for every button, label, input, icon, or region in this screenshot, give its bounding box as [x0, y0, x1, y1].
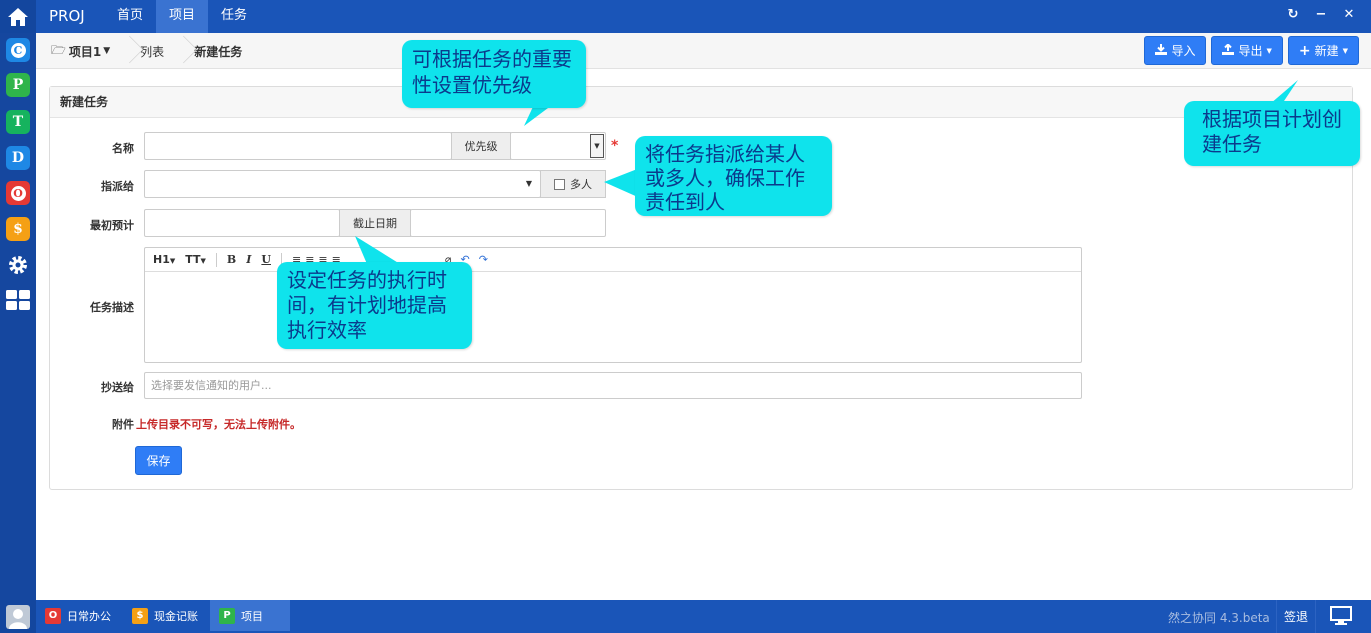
top-nav: 首页 项目 任务 — [104, 0, 260, 33]
priority-addon: 优先级 — [451, 132, 511, 160]
app-crm-icon[interactable]: C — [6, 38, 30, 62]
app-cash-icon[interactable]: $ — [6, 217, 30, 241]
app-sidebar: C P T D O $ — [0, 33, 36, 600]
attach-label: 附件 — [112, 418, 134, 431]
app-project-icon[interactable]: P — [6, 73, 30, 97]
breadcrumb-project[interactable]: 🗁 项目1 ▼ — [51, 33, 124, 69]
home-icon[interactable] — [0, 0, 36, 33]
caret-down-icon: ▼ — [1266, 46, 1272, 55]
taskbar: O 日常办公 $ 现金记账 P 项目 然之协同 4.3.beta 签退 — [0, 600, 1371, 633]
name-input[interactable] — [144, 132, 452, 160]
close-icon[interactable]: ✕ — [1341, 7, 1357, 22]
callout-deadline: 设定任务的执行时间，有计划地提高执行效率 — [277, 262, 472, 349]
redo-icon[interactable]: ↷ — [479, 253, 488, 266]
cash-icon: $ — [132, 607, 148, 624]
cc-input[interactable]: 选择要发信通知的用户... — [144, 372, 1082, 399]
deadline-input[interactable] — [410, 209, 606, 237]
caret-down-icon: ▼ — [103, 46, 111, 56]
chevron-down-icon: ▼ — [525, 179, 532, 188]
assign-label: 指派给 — [101, 180, 134, 193]
save-button[interactable]: 保存 — [135, 446, 182, 475]
font-size-tool[interactable]: TT▼ — [185, 253, 206, 266]
export-button[interactable]: 导出 ▼ — [1211, 36, 1283, 65]
callout-assign: 将任务指派给某人或多人，确保工作责任到人 — [635, 136, 832, 216]
desktop-icon[interactable] — [1330, 606, 1352, 629]
assign-select[interactable]: ▼ — [144, 170, 541, 198]
app-oa-icon[interactable]: O — [6, 181, 30, 205]
app-team-icon[interactable]: T — [6, 110, 30, 134]
minimize-icon[interactable]: − — [1313, 7, 1329, 22]
project-icon: P — [219, 607, 235, 624]
taskbar-item-oa[interactable]: O 日常办公 — [36, 600, 120, 631]
bold-tool[interactable]: B — [227, 253, 236, 266]
panel-title: 新建任务 — [50, 87, 1352, 118]
select-arrow-icon: ▼ — [590, 134, 604, 158]
breadcrumb-bar: 🗁 项目1 ▼ 列表 新建任务 导入 导出 ▼ + 新建 ▼ — [36, 33, 1371, 69]
underline-tool[interactable]: U — [261, 253, 271, 266]
breadcrumb-current: 新建任务 — [178, 33, 256, 69]
heading-tool[interactable]: H1▼ — [153, 253, 175, 266]
breadcrumb-list[interactable]: 列表 — [124, 33, 178, 69]
logout-button[interactable]: 签退 — [1276, 600, 1316, 633]
deadline-addon: 截止日期 — [339, 209, 411, 237]
folder-icon: 🗁 — [51, 42, 66, 57]
app-doc-icon[interactable]: D — [6, 146, 30, 170]
settings-gear-icon[interactable] — [6, 253, 30, 277]
cc-label: 抄送给 — [101, 381, 134, 394]
toolbar: 导入 导出 ▼ + 新建 ▼ — [1144, 36, 1359, 65]
window-controls: ↻ − ✕ — [1285, 7, 1357, 22]
nav-task[interactable]: 任务 — [208, 0, 260, 33]
divider — [215, 252, 217, 267]
app-brand[interactable]: PROJ — [49, 7, 85, 25]
taskbar-item-cash[interactable]: $ 现金记账 — [123, 600, 207, 631]
taskbar-item-label: 现金记账 — [154, 609, 198, 623]
taskbar-item-project[interactable]: P 项目 — [210, 600, 290, 631]
callout-priority: 可根据任务的重要性设置优先级 — [402, 40, 586, 108]
export-label: 导出 — [1238, 44, 1263, 58]
callout-create: 根据项目计划创建任务 — [1184, 101, 1360, 166]
multi-label: 多人 — [570, 178, 592, 191]
create-button[interactable]: + 新建 ▼ — [1287, 36, 1359, 65]
checkbox-icon[interactable] — [554, 178, 565, 190]
nav-home[interactable]: 首页 — [104, 0, 156, 33]
caret-down-icon: ▼ — [1342, 46, 1348, 55]
dashboard-grid-icon[interactable] — [6, 288, 30, 312]
required-mark: * — [611, 138, 619, 154]
italic-tool[interactable]: I — [246, 253, 251, 266]
attach-warning: 上传目录不可写，无法上传附件。 — [136, 418, 301, 431]
priority-select[interactable]: ▼ — [510, 132, 606, 160]
import-button[interactable]: 导入 — [1144, 36, 1207, 65]
version-text: 然之协同 4.3.beta — [1168, 611, 1270, 625]
plus-icon: + — [1298, 42, 1311, 59]
user-avatar-icon[interactable] — [0, 600, 36, 633]
import-label: 导入 — [1171, 44, 1196, 58]
breadcrumb: 🗁 项目1 ▼ 列表 新建任务 — [51, 33, 256, 69]
multi-assign-toggle[interactable]: 多人 — [540, 170, 606, 198]
taskbar-item-label: 日常办公 — [67, 609, 111, 623]
top-bar: PROJ 首页 项目 任务 ↻ − ✕ — [0, 0, 1371, 33]
refresh-icon[interactable]: ↻ — [1285, 7, 1301, 22]
export-icon — [1222, 42, 1235, 58]
estimate-label: 最初预计 — [90, 219, 134, 232]
import-icon — [1155, 43, 1168, 58]
breadcrumb-project-label: 项目1 — [68, 44, 102, 59]
desc-label: 任务描述 — [90, 301, 134, 314]
taskbar-item-label: 项目 — [241, 609, 263, 623]
estimate-input[interactable] — [144, 209, 340, 237]
nav-project[interactable]: 项目 — [156, 0, 209, 33]
oa-icon: O — [45, 607, 61, 624]
create-label: 新建 — [1314, 44, 1339, 58]
name-label: 名称 — [112, 142, 134, 155]
